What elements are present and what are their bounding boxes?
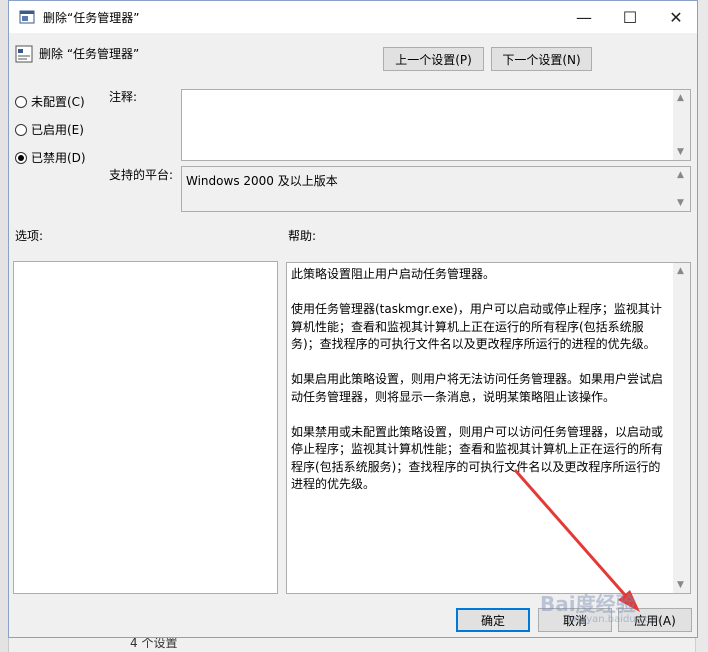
platform-label: 支持的平台: [109, 168, 174, 182]
radio-label: 已启用(E) [31, 123, 84, 137]
policy-setting-icon [15, 45, 33, 63]
radio-label: 已禁用(D) [31, 151, 86, 165]
comment-scrollbar[interactable]: ▲ ▼ [673, 90, 690, 160]
maximize-button[interactable]: ☐ [607, 1, 653, 33]
window-title: 删除“任务管理器” [43, 11, 140, 25]
close-button[interactable]: ✕ [653, 1, 699, 33]
ok-button[interactable]: 确定 [456, 608, 530, 632]
scroll-down-icon[interactable]: ▼ [677, 147, 684, 157]
radio-enabled[interactable]: 已启用(E) [15, 121, 84, 138]
baidu-watermark: Bai度经验 [540, 592, 636, 616]
scroll-up-icon[interactable]: ▲ [677, 170, 684, 180]
options-label: 选项: [15, 229, 44, 243]
minimize-button[interactable]: — [561, 1, 607, 33]
radio-label: 未配置(C) [31, 95, 85, 109]
comment-label: 注释: [109, 90, 138, 104]
policy-editor-icon [19, 10, 35, 24]
next-setting-button[interactable]: 下一个设置(N) [491, 47, 592, 71]
scroll-up-icon[interactable]: ▲ [677, 93, 684, 103]
platform-field: Windows 2000 及以上版本 ▲ ▼ [181, 166, 691, 212]
comment-textarea[interactable]: ▲ ▼ [181, 89, 691, 161]
previous-setting-button[interactable]: 上一个设置(P) [383, 47, 484, 71]
policy-name: 删除 “任务管理器” [39, 47, 140, 61]
help-label: 帮助: [288, 229, 317, 243]
help-text: 此策略设置阻止用户启动任务管理器。 使用任务管理器(taskmgr.exe)，用… [291, 267, 664, 491]
platform-scrollbar[interactable]: ▲ ▼ [673, 167, 690, 211]
radio-button[interactable] [15, 95, 27, 108]
scroll-down-icon[interactable]: ▼ [677, 198, 684, 208]
radio-button[interactable] [15, 123, 27, 136]
radio-disabled[interactable]: 已禁用(D) [15, 149, 86, 166]
radio-not-configured[interactable]: 未配置(C) [15, 93, 85, 110]
scroll-down-icon[interactable]: ▼ [677, 580, 684, 590]
policy-dialog: 删除“任务管理器” — ☐ ✕ 删除 “任务管理器” 上一个设置(P) 下一个设… [8, 0, 698, 638]
radio-button-selected[interactable] [15, 151, 27, 164]
title-bar[interactable]: 删除“任务管理器” — ☐ ✕ [9, 1, 697, 33]
options-pane [13, 261, 278, 594]
platform-value: Windows 2000 及以上版本 [186, 174, 338, 188]
comment-value [182, 90, 690, 96]
baidu-watermark-url: jingyan.baidu.com [568, 614, 661, 625]
scroll-up-icon[interactable]: ▲ [677, 266, 684, 276]
help-pane: 此策略设置阻止用户启动任务管理器。 使用任务管理器(taskmgr.exe)，用… [286, 262, 691, 594]
help-scrollbar[interactable]: ▲ ▼ [673, 263, 690, 593]
